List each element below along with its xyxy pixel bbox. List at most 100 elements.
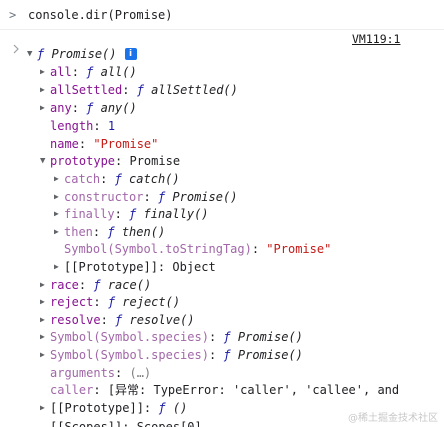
expand-triangle-icon[interactable]: ▶ — [54, 223, 64, 241]
tree-item-species-2[interactable]: ▶ Symbol(Symbol.species): ƒ Promise() — [40, 346, 303, 364]
property-value: [异常: TypeError: 'caller', 'callee', and — [107, 383, 400, 397]
devtools-console: > console.dir(Promise) VM119:1 ▼ ƒ Promi… — [0, 0, 444, 427]
expand-triangle-icon[interactable]: ▶ — [54, 205, 64, 223]
invoke-getter[interactable]: (…) — [129, 364, 151, 382]
info-icon[interactable]: i — [124, 48, 137, 60]
function-keyword: ƒ — [107, 225, 115, 239]
property-key: name — [50, 137, 79, 151]
watermark-text: @稀土掘金技术社区 — [348, 413, 438, 424]
property-value: resolve() — [129, 313, 195, 327]
property-key: finally — [64, 207, 115, 221]
expand-triangle-icon[interactable]: ▶ — [54, 170, 64, 188]
tree-item-prototype-proto[interactable]: ▶ [[Prototype]]: Object — [54, 258, 216, 276]
source-link[interactable]: VM119:1 — [352, 31, 400, 47]
tree-item-scopes-partial[interactable]: [[Scopes]]: Scopes[0] — [50, 418, 202, 427]
tree-root-promise[interactable]: ▼ ƒ Promise() i — [27, 45, 137, 63]
tree-item-prototype[interactable]: ▼ prototype: Promise — [40, 152, 180, 170]
function-keyword: ƒ — [157, 190, 166, 204]
tree-item-resolve[interactable]: ▶ resolve: ƒ resolve() — [40, 311, 195, 329]
property-value: Promise() — [172, 190, 238, 204]
tree-item-reject[interactable]: ▶ reject: ƒ reject() — [40, 293, 180, 311]
property-value: allSettled() — [151, 83, 238, 97]
tree-item-species-1[interactable]: ▶ Symbol(Symbol.species): ƒ Promise() — [40, 328, 303, 346]
tree-item-catch[interactable]: ▶ catch: ƒ catch() — [54, 170, 180, 188]
expand-triangle-icon[interactable]: ▶ — [40, 346, 50, 364]
property-key: Symbol(Symbol.toStringTag) — [64, 242, 252, 256]
property-key: [[Prototype]] — [50, 401, 144, 415]
property-value: any() — [100, 101, 137, 115]
expand-triangle-icon[interactable]: ▶ — [40, 328, 50, 346]
tree-item-finally[interactable]: ▶ finally: ƒ finally() — [54, 205, 209, 223]
tree-item-allsettled[interactable]: ▶ allSettled: ƒ allSettled() — [40, 81, 238, 99]
root-function-name: Promise() — [51, 47, 117, 61]
expand-triangle-icon[interactable]: ▶ — [40, 399, 50, 417]
property-key: Symbol(Symbol.species) — [50, 348, 209, 362]
property-key: prototype — [50, 154, 116, 168]
property-key: Symbol(Symbol.species) — [50, 330, 209, 344]
property-value: 1 — [107, 119, 116, 133]
tree-item-name: name: "Promise" — [50, 137, 159, 151]
tree-item-arguments[interactable]: arguments: (…) — [50, 364, 151, 382]
expand-triangle-icon[interactable]: ▶ — [40, 293, 50, 311]
property-value: all() — [100, 65, 137, 79]
function-keyword: ƒ — [86, 101, 94, 115]
prompt-chevron-icon: > — [9, 8, 17, 22]
property-key: then — [64, 225, 93, 239]
tree-item-race[interactable]: ▶ race: ƒ race() — [40, 276, 151, 294]
property-value: () — [172, 401, 188, 415]
tree-item-constructor[interactable]: ▶ constructor: ƒ Promise() — [54, 188, 237, 206]
property-key: resolve — [50, 313, 101, 327]
expand-triangle-open-icon[interactable]: ▼ — [27, 45, 37, 63]
property-value: Object — [172, 260, 216, 274]
tree-item-all[interactable]: ▶ all: ƒ all() — [40, 63, 137, 81]
function-keyword: ƒ — [37, 47, 45, 61]
tree-item-caller: caller: [异常: TypeError: 'caller', 'calle… — [50, 383, 400, 397]
expand-triangle-icon[interactable]: ▶ — [40, 63, 50, 81]
property-value: "Promise" — [93, 137, 159, 151]
function-keyword: ƒ — [114, 172, 122, 186]
property-key: all — [50, 65, 72, 79]
expand-triangle-icon[interactable]: ▶ — [40, 81, 50, 99]
function-keyword: ƒ — [93, 278, 101, 292]
console-input-line: > console.dir(Promise) — [0, 0, 444, 30]
property-key: constructor — [64, 190, 144, 204]
property-value: reject() — [122, 295, 181, 309]
expand-triangle-icon[interactable]: ▶ — [54, 258, 64, 276]
function-keyword: ƒ — [115, 313, 123, 327]
tree-item-any[interactable]: ▶ any: ƒ any() — [40, 99, 137, 117]
result-arrow-icon — [13, 44, 19, 54]
tree-item-tostringtag: Symbol(Symbol.toStringTag): "Promise" — [64, 242, 332, 256]
tree-item-length: length: 1 — [50, 119, 116, 133]
function-keyword: ƒ — [129, 207, 137, 221]
property-key: allSettled — [50, 83, 123, 97]
property-value: Promise — [129, 154, 181, 168]
tree-item-root-prototype[interactable]: ▶ [[Prototype]]: ƒ () — [40, 399, 187, 417]
tree-item-then[interactable]: ▶ then: ƒ then() — [54, 223, 165, 241]
property-key: catch — [64, 172, 101, 186]
function-keyword: ƒ — [158, 401, 166, 415]
function-keyword: ƒ — [86, 65, 94, 79]
property-key: arguments — [50, 366, 116, 380]
property-key: caller — [50, 383, 94, 397]
property-value: Promise() — [237, 330, 303, 344]
property-value: then() — [121, 225, 166, 239]
property-value: catch() — [129, 172, 180, 186]
function-keyword: ƒ — [223, 330, 231, 344]
expand-triangle-icon[interactable]: ▶ — [40, 311, 50, 329]
property-value: finally() — [143, 207, 209, 221]
expand-triangle-icon[interactable]: ▶ — [40, 99, 50, 117]
property-value: "Promise" — [266, 242, 332, 256]
property-value: Promise() — [237, 348, 303, 362]
property-key: any — [50, 101, 72, 115]
property-key: [[Prototype]] — [64, 260, 158, 274]
property-key: race — [50, 278, 79, 292]
function-keyword: ƒ — [107, 295, 116, 309]
property-key: length — [50, 119, 94, 133]
console-command: console.dir(Promise) — [28, 8, 173, 22]
expand-triangle-open-icon[interactable]: ▼ — [40, 152, 50, 170]
expand-triangle-icon[interactable]: ▶ — [54, 188, 64, 206]
property-value: race() — [107, 278, 152, 292]
property-key: [[Scopes]]: Scopes[0] — [50, 420, 202, 427]
property-key: reject — [50, 295, 94, 309]
expand-triangle-icon[interactable]: ▶ — [40, 276, 50, 294]
